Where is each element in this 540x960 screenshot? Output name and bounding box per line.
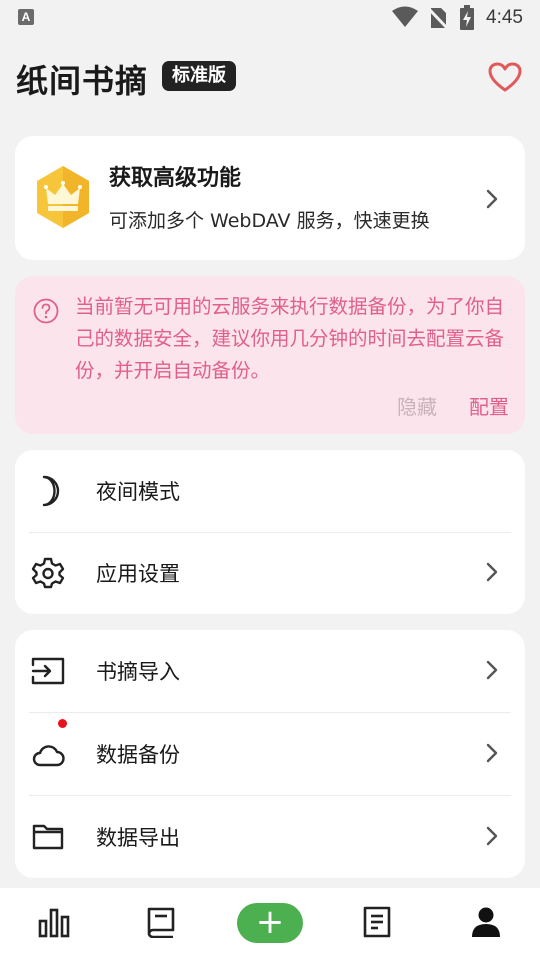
settings-card: 夜间模式 应用设置: [15, 450, 525, 614]
hide-button[interactable]: 隐藏: [397, 391, 437, 420]
alert-message: 当前暂无可用的云服务来执行数据备份，为了你自己的数据安全，建议你用几分钟的时间去…: [75, 295, 505, 382]
notification-dot: [58, 719, 67, 728]
plus-icon: +: [255, 902, 285, 942]
heart-icon[interactable]: [488, 62, 522, 92]
import-item[interactable]: 书摘导入: [15, 630, 525, 712]
add-button[interactable]: +: [237, 903, 303, 943]
stats-icon[interactable]: [38, 906, 70, 938]
edition-badge: 标准版: [162, 61, 236, 91]
notes-icon[interactable]: [362, 906, 392, 938]
chevron-right-icon: [486, 743, 498, 763]
premium-card[interactable]: 获取高级功能 可添加多个 WebDAV 服务，快速更换: [15, 136, 525, 260]
chevron-right-icon: [486, 660, 498, 680]
status-bar: A 4:45: [0, 0, 540, 38]
book-icon[interactable]: [146, 906, 176, 938]
moon-icon: [42, 475, 60, 507]
export-label: 数据导出: [96, 826, 180, 850]
profile-icon[interactable]: [471, 906, 501, 938]
premium-title: 获取高级功能: [109, 166, 242, 191]
chevron-right-icon: [486, 189, 498, 209]
import-label: 书摘导入: [96, 660, 180, 684]
bottom-nav: +: [0, 888, 540, 960]
app-settings-label: 应用设置: [96, 562, 180, 586]
export-item[interactable]: 数据导出: [15, 796, 525, 878]
wifi-icon: [392, 6, 418, 27]
data-tools-card: 书摘导入 数据备份 数据导出: [15, 630, 525, 878]
app-title: 纸间书摘: [16, 62, 149, 100]
question-icon: [33, 298, 59, 324]
battery-charging-icon: [460, 5, 474, 30]
import-icon: [31, 657, 65, 685]
chevron-right-icon: [486, 826, 498, 846]
night-mode-label: 夜间模式: [96, 480, 180, 504]
backup-alert: 当前暂无可用的云服务来执行数据备份，为了你自己的数据安全，建议你用几分钟的时间去…: [15, 276, 525, 434]
chevron-right-icon: [486, 562, 498, 582]
configure-button[interactable]: 配置: [469, 391, 509, 420]
page-header: 纸间书摘 标准版: [16, 54, 526, 100]
cloud-icon: [32, 745, 65, 767]
folder-icon: [32, 824, 64, 850]
notification-icon: A: [18, 9, 34, 25]
clock: 4:45: [486, 7, 523, 28]
premium-subtitle: 可添加多个 WebDAV 服务，快速更换: [109, 210, 430, 232]
backup-item[interactable]: 数据备份: [15, 713, 525, 795]
no-sim-icon: [428, 7, 448, 30]
night-mode-item[interactable]: 夜间模式: [15, 450, 525, 532]
app-settings-item[interactable]: 应用设置: [15, 532, 525, 614]
crown-icon: [37, 166, 89, 228]
gear-icon: [31, 557, 65, 589]
backup-label: 数据备份: [96, 743, 180, 767]
